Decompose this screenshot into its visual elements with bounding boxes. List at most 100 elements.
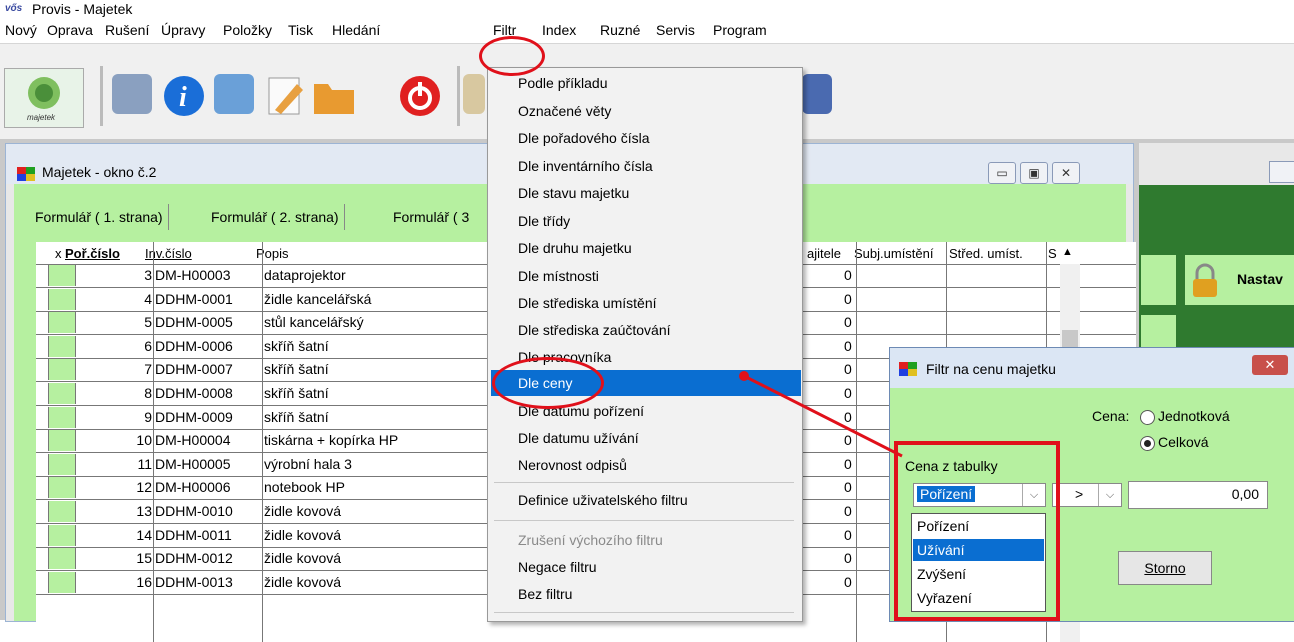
row-mark-cell[interactable] (49, 430, 76, 452)
info-icon[interactable]: i (162, 74, 206, 118)
col-header-inv-cislo[interactable]: Inv.číslo (145, 246, 192, 261)
menu-program[interactable]: Program (713, 22, 767, 38)
radio-celkova[interactable] (1140, 436, 1155, 451)
edit-icon[interactable] (263, 74, 307, 118)
settings-button[interactable]: Nastav (1185, 255, 1294, 305)
menu-item-dle-tridy[interactable]: Dle třídy (518, 213, 570, 229)
row-selector[interactable] (36, 383, 49, 404)
row-mark-cell[interactable] (49, 406, 76, 428)
menu-tisk[interactable]: Tisk (288, 22, 313, 38)
menu-item-dle-stavu-majetku[interactable]: Dle stavu majetku (518, 185, 629, 201)
row-selector[interactable] (36, 548, 49, 570)
cell-popis: skříň šatní (264, 361, 329, 378)
tab-formular-1[interactable]: Formulář ( 1. strana) (30, 204, 169, 230)
cell-majitele: 0 (844, 573, 852, 590)
menu-item-dle-mistnosti[interactable]: Dle místnosti (518, 268, 599, 284)
row-mark-cell[interactable] (49, 524, 76, 546)
menu-hledani[interactable]: Hledání (332, 22, 478, 38)
radio-jednotkova[interactable] (1140, 410, 1155, 425)
app-logo-icon: vős (5, 3, 23, 14)
row-mark-cell[interactable] (49, 477, 76, 499)
row-mark-cell[interactable] (49, 548, 76, 570)
amount-value: 0,00 (1231, 486, 1259, 502)
computer-icon[interactable] (214, 74, 254, 114)
row-mark-cell[interactable] (49, 265, 76, 286)
row-mark-cell[interactable] (49, 288, 76, 310)
menu-upravy[interactable]: Úpravy (161, 22, 205, 38)
search-icon[interactable] (112, 74, 152, 114)
row-selector[interactable] (36, 477, 49, 499)
menu-item-bez-filtru[interactable]: Bez filtru (518, 586, 572, 602)
majetek-label: majetek (27, 113, 56, 122)
menu-item-dle-strediska-zauctovani[interactable]: Dle střediska zaúčtování (518, 322, 671, 338)
menu-item-dle-druhu-majetku[interactable]: Dle druhu majetku (518, 240, 632, 256)
row-selector[interactable] (36, 524, 49, 546)
dialog-close-button[interactable]: ✕ (1252, 355, 1288, 375)
menu-servis[interactable]: Servis (656, 22, 695, 38)
menu-item-negace-filtru[interactable]: Negace filtru (518, 559, 597, 575)
menu-polozky[interactable]: Položky (223, 22, 272, 38)
menu-ruzne[interactable]: Ruzné (600, 22, 640, 38)
row-mark-cell[interactable] (49, 571, 76, 593)
row-selector[interactable] (36, 571, 49, 593)
row-mark-cell[interactable] (49, 312, 76, 334)
annotation-circle-filtr (479, 36, 545, 76)
power-icon[interactable] (398, 74, 442, 118)
radio-celkova-label[interactable]: Celková (1158, 434, 1209, 450)
storno-button[interactable]: Storno (1118, 551, 1212, 585)
help-icon[interactable] (802, 74, 832, 114)
menu-item-dle-datumu-uzivani[interactable]: Dle datumu užívání (518, 430, 639, 446)
col-header-por-cislo[interactable]: Poř.číslo (65, 246, 120, 261)
menu-ruseni[interactable]: Rušení (105, 22, 149, 38)
radio-jednotkova-label[interactable]: Jednotková (1158, 408, 1230, 424)
cell-popis: skříň šatní (264, 385, 329, 401)
minimize-button[interactable]: ▭ (988, 162, 1016, 184)
maximize-button[interactable]: ▣ (1020, 162, 1048, 184)
menu-item-dle-strediska-umisteni[interactable]: Dle střediska umístění (518, 295, 657, 311)
menu-item-dle-inventarniho-cisla[interactable]: Dle inventárního čísla (518, 158, 653, 174)
row-selector[interactable] (36, 430, 49, 452)
col-header-subj-umisteni[interactable]: Subj.umístění (854, 246, 934, 261)
operator-combo[interactable]: > ⌵ (1052, 483, 1122, 507)
menu-item-oznacene-vety[interactable]: Označené věty (518, 103, 611, 119)
chevron-down-icon[interactable]: ⌵ (1098, 484, 1121, 506)
row-selector[interactable] (36, 359, 49, 381)
majetek-button[interactable]: majetek (4, 68, 84, 128)
menu-item-definice-uzivatelskeho-filtru[interactable]: Definice uživatelského filtru (518, 492, 688, 508)
tab-formular-3[interactable]: Formulář ( 3 (388, 204, 498, 230)
row-mark-cell[interactable] (49, 501, 76, 522)
toolbar-button[interactable] (463, 74, 485, 114)
close-button[interactable]: ✕ (1052, 162, 1080, 184)
row-selector[interactable] (36, 288, 49, 310)
menu-index[interactable]: Index (542, 22, 598, 38)
row-selector[interactable] (36, 501, 49, 522)
right-window-minimize-button[interactable] (1269, 161, 1294, 183)
side-panel-button[interactable] (1141, 255, 1176, 305)
row-mark-cell[interactable] (49, 359, 76, 381)
scroll-up-icon[interactable]: ▲ (1062, 246, 1073, 258)
col-header-x[interactable]: x (55, 246, 62, 261)
col-header-stred-umist[interactable]: Střed. umíst. (949, 246, 1023, 261)
cell-inv-cislo: DDHM-0010 (155, 503, 233, 519)
menu-item-podle-prikladu[interactable]: Podle příkladu (518, 75, 608, 91)
row-selector[interactable] (36, 335, 49, 357)
row-mark-cell[interactable] (49, 335, 76, 357)
annotation-circle-dle-ceny (492, 357, 604, 409)
row-mark-cell[interactable] (49, 383, 76, 404)
row-selector[interactable] (36, 406, 49, 428)
folder-icon[interactable] (310, 74, 358, 118)
menu-oprava[interactable]: Oprava (47, 22, 93, 38)
col-header-majitele[interactable]: ajitele (807, 246, 841, 261)
col-header-popis[interactable]: Popis (256, 246, 289, 261)
row-selector[interactable] (36, 312, 49, 334)
col-header-s[interactable]: S (1048, 246, 1057, 261)
menu-novy[interactable]: Nový (5, 22, 37, 38)
tab-formular-2[interactable]: Formulář ( 2. strana) (206, 204, 345, 230)
row-selector[interactable] (36, 265, 49, 286)
cell-inv-cislo: DM-H00004 (155, 432, 231, 449)
menu-item-nerovnost-odpisu[interactable]: Nerovnost odpisů (518, 457, 627, 473)
row-mark-cell[interactable] (49, 453, 76, 475)
menu-item-dle-poradoveho-cisla[interactable]: Dle pořadového čísla (518, 130, 650, 146)
row-selector[interactable] (36, 453, 49, 475)
amount-input[interactable]: 0,00 (1128, 481, 1268, 509)
